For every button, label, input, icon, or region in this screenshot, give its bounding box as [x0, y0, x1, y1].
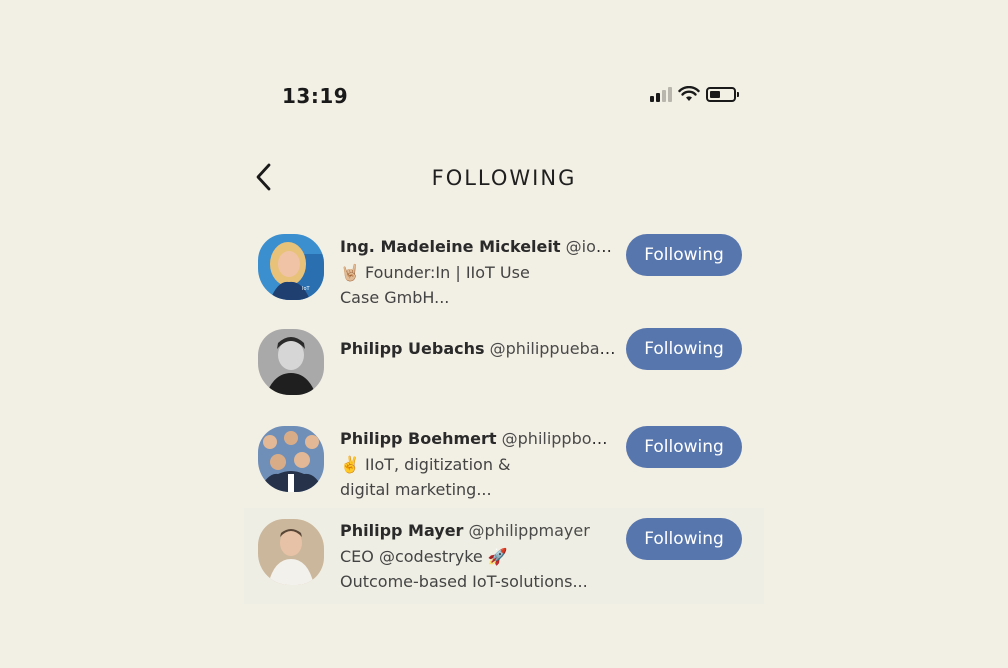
avatar[interactable]: [258, 519, 324, 585]
user-info: Philipp Boehmert @philippboeh... ✌️ IIoT…: [340, 428, 616, 502]
user-handle: @iotus...: [565, 237, 616, 256]
status-time: 13:19: [282, 84, 349, 108]
wifi-icon: [678, 86, 700, 101]
user-row[interactable]: IoT Ing. Madeleine Mickeleit @iotus... 🤘…: [244, 226, 764, 322]
avatar[interactable]: [258, 426, 324, 492]
user-info: Ing. Madeleine Mickeleit @iotus... 🤘🏼 Fo…: [340, 236, 616, 310]
avatar[interactable]: IoT: [258, 234, 324, 300]
user-row[interactable]: Philipp Boehmert @philippboeh... ✌️ IIoT…: [244, 418, 764, 514]
user-bio-line-1: CEO @codestryke 🚀: [340, 547, 508, 566]
user-handle: @philippboeh...: [501, 429, 616, 448]
name-line: Ing. Madeleine Mickeleit @iotus...: [340, 236, 616, 258]
following-button[interactable]: Following: [626, 518, 742, 560]
user-row[interactable]: Philipp Uebachs @philippuebac... Followi…: [244, 320, 764, 416]
name-line: Philipp Uebachs @philippuebac...: [340, 338, 616, 360]
following-button[interactable]: Following: [626, 234, 742, 276]
following-screen: 13:19 FOLLOWING IoT Ing. Madeleine Micke…: [0, 0, 1008, 668]
cellular-signal-icon: [650, 86, 672, 102]
user-handle: @philippuebac...: [489, 339, 616, 358]
following-button[interactable]: Following: [626, 328, 742, 370]
user-info: Philipp Mayer @philippmayer CEO @codestr…: [340, 520, 616, 594]
avatar[interactable]: [258, 329, 324, 395]
user-bio-line-2: digital marketing...: [340, 480, 492, 499]
following-button[interactable]: Following: [626, 426, 742, 468]
user-name: Ing. Madeleine Mickeleit: [340, 237, 561, 256]
user-row[interactable]: Philipp Mayer @philippmayer CEO @codestr…: [244, 508, 764, 604]
user-bio-line-2: Case GmbH...: [340, 288, 450, 307]
user-name: Philipp Uebachs: [340, 339, 485, 358]
user-name: Philipp Mayer: [340, 521, 464, 540]
page-title: FOLLOWING: [431, 166, 577, 190]
user-bio-line-2: Outcome-based IoT-solutions...: [340, 572, 588, 591]
user-handle: @philippmayer: [468, 521, 590, 540]
name-line: Philipp Mayer @philippmayer: [340, 520, 616, 542]
user-info: Philipp Uebachs @philippuebac...: [340, 338, 616, 360]
user-bio-line-1: 🤘🏼 Founder:In | IIoT Use: [340, 263, 530, 282]
svg-text:IoT: IoT: [302, 286, 311, 292]
user-name: Philipp Boehmert: [340, 429, 497, 448]
battery-icon: [706, 86, 739, 102]
user-bio-line-1: ✌️ IIoT, digitization &: [340, 455, 511, 474]
name-line: Philipp Boehmert @philippboeh...: [340, 428, 616, 450]
status-icons: [650, 86, 739, 102]
